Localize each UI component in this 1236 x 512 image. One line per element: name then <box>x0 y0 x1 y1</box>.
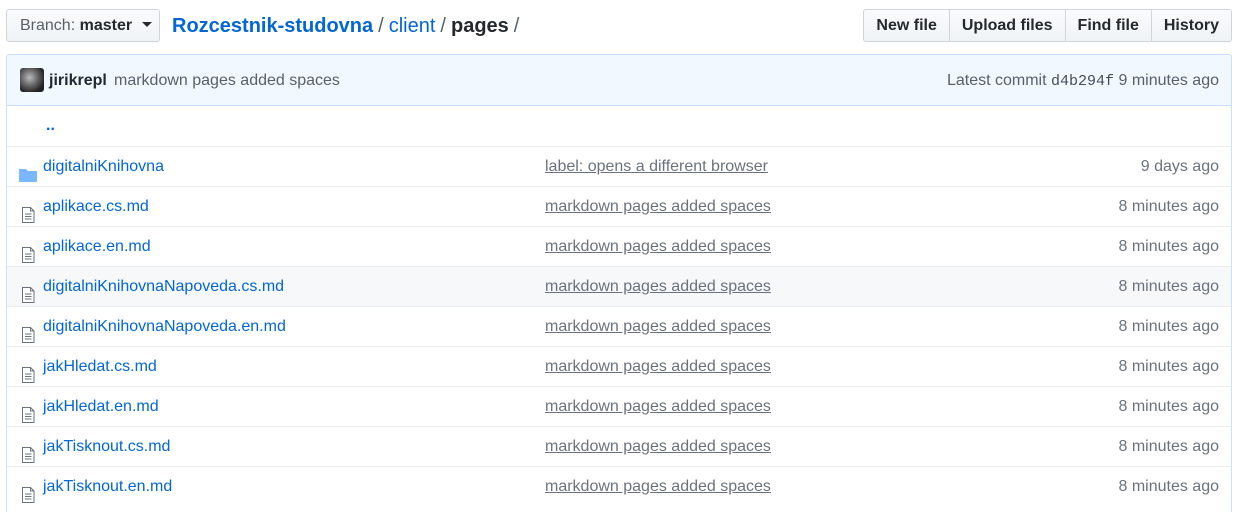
file-text-icon <box>19 239 37 263</box>
latest-commit-info: Latest commit d4b294f 9 minutes ago <box>947 55 1219 107</box>
file-text-icon <box>19 399 37 423</box>
file-commit-message-link[interactable]: markdown pages added spaces <box>545 187 771 226</box>
file-row[interactable]: digitalniKnihovnaNapoveda.cs.md markdown … <box>7 266 1231 306</box>
file-name-link[interactable]: aplikace.en.md <box>43 227 151 266</box>
file-row[interactable]: jakHledat.cs.md markdown pages added spac… <box>7 346 1231 386</box>
file-commit-age: 8 minutes ago <box>1118 238 1219 255</box>
file-commit-message-link[interactable]: markdown pages added spaces <box>545 347 771 386</box>
file-text-icon <box>19 359 37 383</box>
new-file-button[interactable]: New file <box>863 9 950 42</box>
file-commit-message-link[interactable]: markdown pages added spaces <box>545 427 771 466</box>
file-actions-group: New file Upload files Find file History <box>863 9 1232 42</box>
file-navigation: Branch: master Rozcestnik-studovna / clien… <box>6 9 1232 42</box>
file-name-link[interactable]: aplikace.cs.md <box>43 187 149 226</box>
file-name-link[interactable]: jakTisknout.en.md <box>43 467 172 506</box>
file-name-link[interactable]: jakTisknout.cs.md <box>43 427 170 466</box>
file-name-link[interactable]: digitalniKnihovna <box>43 147 164 186</box>
file-commit-message-link[interactable]: markdown pages added spaces <box>545 227 771 266</box>
file-commit-age: 8 minutes ago <box>1118 398 1219 415</box>
file-commit-age: 8 minutes ago <box>1118 438 1219 455</box>
file-name-link[interactable]: jakHledat.en.md <box>43 387 159 426</box>
branch-label: Branch: <box>20 17 76 34</box>
file-commit-message-link[interactable]: markdown pages added spaces <box>545 387 771 426</box>
commit-message-link[interactable]: markdown pages added spaces <box>114 55 340 106</box>
file-rows: digitalniKnihovna label: opens a differen… <box>7 146 1231 506</box>
file-commit-age: 8 minutes ago <box>1118 198 1219 215</box>
file-text-icon <box>19 439 37 463</box>
file-commit-age: 9 days ago <box>1140 158 1219 175</box>
file-row[interactable]: jakTisknout.cs.md markdown pages added sp… <box>7 426 1231 466</box>
latest-commit-bar: jirikrepl markdown pages added spaces La… <box>7 55 1231 106</box>
commit-author-link[interactable]: jirikrepl <box>49 55 107 106</box>
file-row[interactable]: aplikace.cs.md markdown pages added space… <box>7 186 1231 226</box>
file-commit-age: 8 minutes ago <box>1118 318 1219 335</box>
caret-down-icon <box>141 22 152 28</box>
file-commit-age: 8 minutes ago <box>1118 278 1219 295</box>
parent-directory-row[interactable]: .. <box>7 106 1231 146</box>
file-commit-message-link[interactable]: markdown pages added spaces <box>545 467 771 506</box>
folder-icon <box>19 159 37 182</box>
history-button[interactable]: History <box>1150 9 1232 42</box>
breadcrumb-current: pages <box>450 15 509 37</box>
file-commit-message-link[interactable]: markdown pages added spaces <box>545 267 771 306</box>
breadcrumb-folder-link[interactable]: client <box>389 15 436 37</box>
breadcrumb-repo-link[interactable]: Rozcestnik-studovna <box>172 15 373 37</box>
folder-row[interactable]: digitalniKnihovna label: opens a differen… <box>7 146 1231 186</box>
file-row[interactable]: jakHledat.en.md markdown pages added spac… <box>7 386 1231 426</box>
file-text-icon <box>19 479 37 503</box>
branch-select-button[interactable]: Branch: master <box>6 9 160 42</box>
breadcrumb-separator: / <box>513 15 520 37</box>
commit-sha-link[interactable]: d4b294f <box>1051 73 1114 90</box>
file-list: jirikrepl markdown pages added spaces La… <box>6 54 1232 512</box>
breadcrumb-separator: / <box>440 15 446 37</box>
breadcrumb-separator: / <box>378 15 384 37</box>
file-commit-message-link[interactable]: markdown pages added spaces <box>545 307 771 346</box>
file-name-link[interactable]: digitalniKnihovnaNapoveda.cs.md <box>43 267 284 306</box>
file-commit-age: 8 minutes ago <box>1118 358 1219 375</box>
latest-commit-label: Latest commit <box>946 72 1047 89</box>
file-text-icon <box>19 279 37 303</box>
file-row[interactable]: jakTisknout.en.md markdown pages added sp… <box>7 466 1231 506</box>
breadcrumb: Rozcestnik-studovna / client / pages / <box>172 13 524 39</box>
upload-files-button[interactable]: Upload files <box>948 9 1066 42</box>
find-file-button[interactable]: Find file <box>1064 9 1152 42</box>
file-text-icon <box>19 319 37 343</box>
commit-age: 9 minutes ago <box>1118 72 1219 89</box>
avatar[interactable] <box>20 68 44 92</box>
file-row[interactable]: aplikace.en.md markdown pages added space… <box>7 226 1231 266</box>
parent-directory-link[interactable]: .. <box>46 106 55 145</box>
file-commit-age: 8 minutes ago <box>1118 478 1219 495</box>
branch-name: master <box>79 17 133 34</box>
file-name-link[interactable]: digitalniKnihovnaNapoveda.en.md <box>43 307 286 346</box>
file-commit-message-link[interactable]: label: opens a different browser <box>545 147 768 186</box>
file-name-link[interactable]: jakHledat.cs.md <box>43 347 157 386</box>
file-row[interactable]: digitalniKnihovnaNapoveda.en.md markdown … <box>7 306 1231 346</box>
file-text-icon <box>19 199 37 223</box>
